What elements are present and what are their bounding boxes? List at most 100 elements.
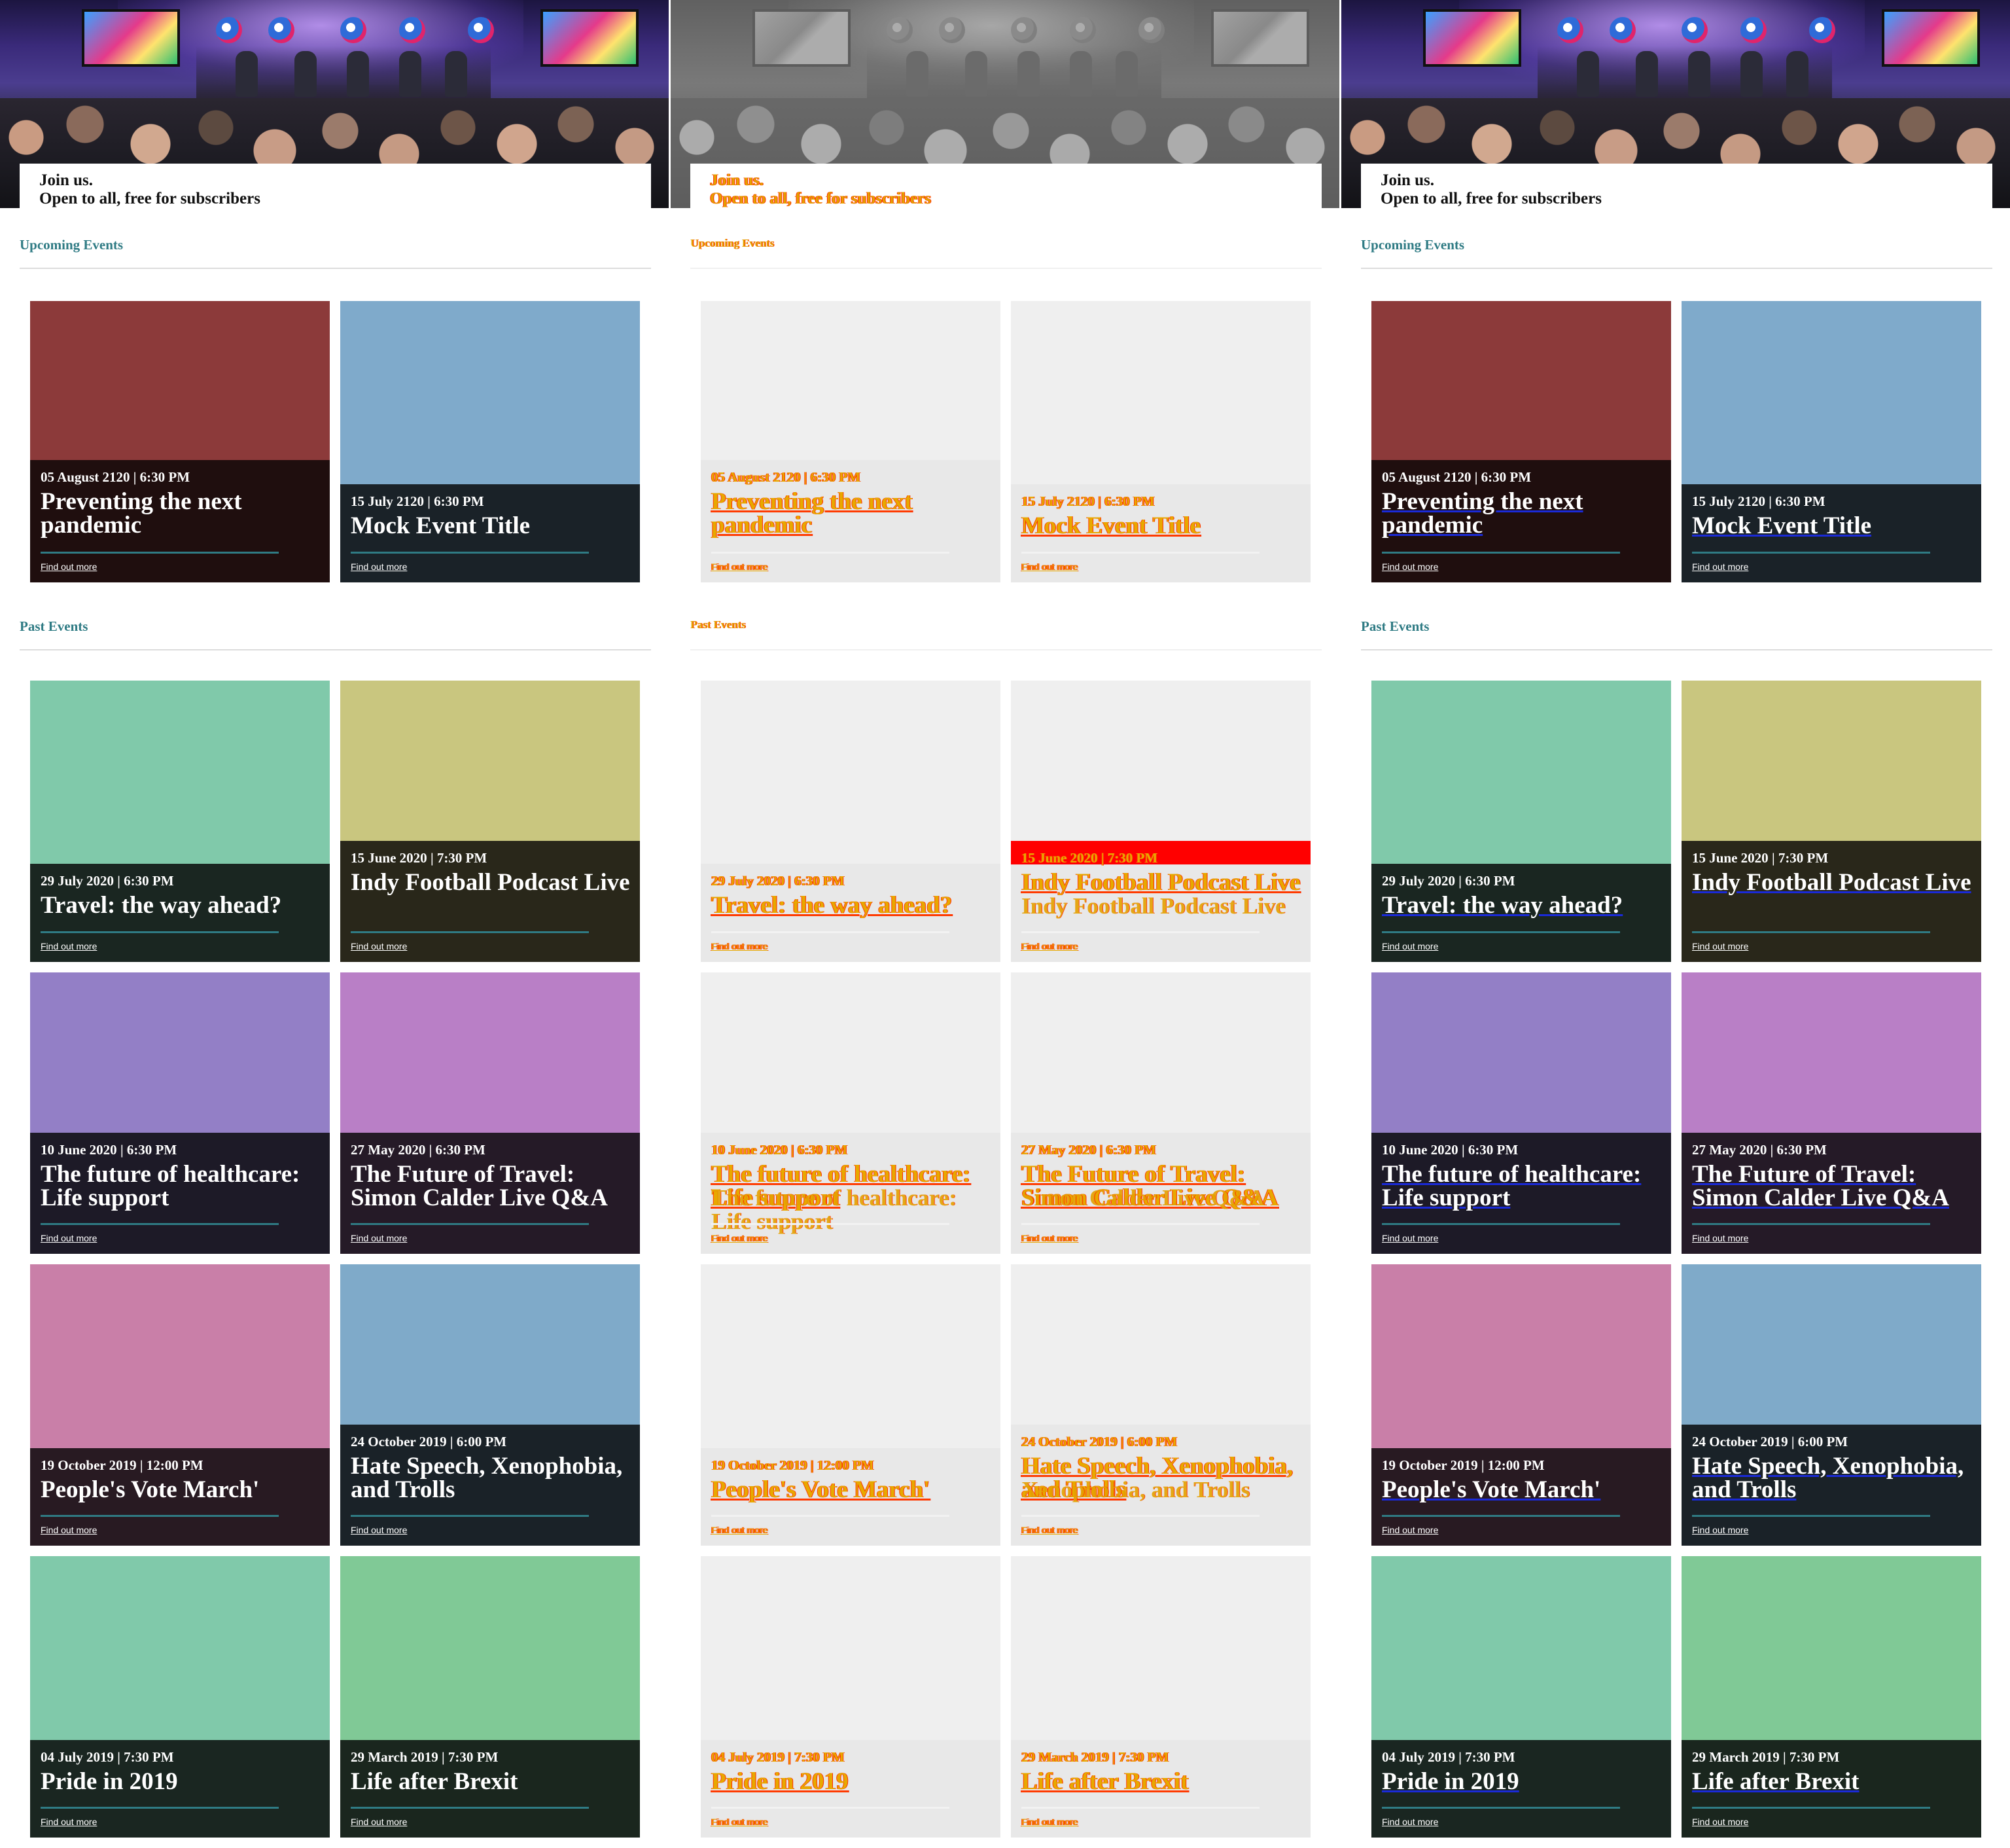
- event-image[interactable]: [1682, 1264, 1981, 1425]
- event-image[interactable]: [1371, 1556, 1671, 1740]
- event-title[interactable]: Travel: the way ahead?: [711, 893, 993, 917]
- event-card[interactable]: 24 October 2019 | 6:00 PM Hate Speech, Xe…: [1011, 1264, 1311, 1546]
- event-card[interactable]: 29 July 2020 | 6:30 PM Travel: the way ah…: [701, 681, 1000, 962]
- event-title[interactable]: Pride in 2019: [1382, 1769, 1663, 1794]
- event-image[interactable]: [340, 301, 640, 484]
- event-image[interactable]: [340, 972, 640, 1133]
- event-card[interactable]: 15 June 2020 | 7:30 PM Indy Football Podc…: [1682, 681, 1981, 962]
- event-card[interactable]: 05 August 2120 | 6:30 PM Preventing the n…: [701, 301, 1000, 582]
- event-card[interactable]: 10 June 2020 | 6:30 PM The future of heal…: [701, 972, 1000, 1254]
- event-image[interactable]: [701, 1264, 1000, 1448]
- event-title[interactable]: People's Vote March': [41, 1478, 322, 1502]
- event-title[interactable]: People's Vote March': [1382, 1478, 1663, 1502]
- find-out-more-link[interactable]: Find out more: [41, 561, 97, 572]
- event-image[interactable]: [1682, 1556, 1981, 1740]
- find-out-more-link[interactable]: Find out more: [1021, 1817, 1078, 1827]
- event-title[interactable]: Preventing the next pandemic: [711, 489, 993, 537]
- event-card[interactable]: 29 July 2020 | 6:30 PM Travel: the way ah…: [30, 681, 330, 962]
- event-image[interactable]: [701, 301, 1000, 460]
- find-out-more-link[interactable]: Find out more: [1382, 941, 1438, 951]
- event-image[interactable]: [701, 1556, 1000, 1740]
- find-out-more-link[interactable]: Find out more: [351, 941, 407, 951]
- find-out-more-link[interactable]: Find out more: [1021, 941, 1078, 951]
- event-image[interactable]: [1682, 301, 1981, 484]
- find-out-more-link[interactable]: Find out more: [41, 1817, 97, 1827]
- find-out-more-link[interactable]: Find out more: [1382, 561, 1438, 572]
- event-image[interactable]: [30, 1556, 330, 1740]
- find-out-more-link[interactable]: Find out more: [1021, 1233, 1078, 1243]
- event-image[interactable]: [1371, 301, 1671, 460]
- find-out-more-link[interactable]: Find out more: [1692, 1233, 1748, 1243]
- event-title[interactable]: Life after Brexit: [1021, 1769, 1303, 1794]
- find-out-more-link[interactable]: Find out more: [1021, 1525, 1078, 1535]
- event-title[interactable]: Pride in 2019: [711, 1769, 993, 1794]
- event-image[interactable]: [1011, 1556, 1311, 1740]
- find-out-more-link[interactable]: Find out more: [1021, 561, 1078, 572]
- event-title[interactable]: Indy Football Podcast Live: [351, 870, 632, 895]
- event-card[interactable]: 05 August 2120 | 6:30 PM Preventing the n…: [1371, 301, 1671, 582]
- event-title[interactable]: Travel: the way ahead?: [1382, 893, 1663, 917]
- find-out-more-link[interactable]: Find out more: [351, 1525, 407, 1535]
- find-out-more-link[interactable]: Find out more: [1382, 1233, 1438, 1243]
- event-image[interactable]: [1682, 972, 1981, 1133]
- event-card[interactable]: 19 October 2019 | 12:00 PM People's Vote …: [1371, 1264, 1671, 1546]
- event-image[interactable]: [1682, 681, 1981, 841]
- event-image[interactable]: [1371, 681, 1671, 864]
- event-card[interactable]: 10 June 2020 | 6:30 PM The future of heal…: [30, 972, 330, 1254]
- find-out-more-link[interactable]: Find out more: [711, 561, 767, 572]
- event-image[interactable]: [340, 681, 640, 841]
- event-title[interactable]: The Future of Travel: Simon Calder Live …: [1692, 1162, 1973, 1210]
- event-card[interactable]: 04 July 2019 | 7:30 PM Pride in 2019 Find …: [701, 1556, 1000, 1838]
- event-title[interactable]: The future of healthcare: Life support: [41, 1162, 322, 1210]
- event-image[interactable]: [30, 972, 330, 1133]
- event-card[interactable]: 15 July 2120 | 6:30 PM Mock Event Title Fi…: [1011, 301, 1311, 582]
- event-title[interactable]: Preventing the next pandemic: [41, 489, 322, 537]
- find-out-more-link[interactable]: Find out more: [41, 941, 97, 951]
- event-title[interactable]: Hate Speech, Xenophobia, and Trolls: [351, 1454, 632, 1502]
- event-title[interactable]: Preventing the next pandemic: [1382, 489, 1663, 537]
- event-title[interactable]: Indy Football Podcast Live: [1021, 870, 1303, 895]
- event-image[interactable]: [340, 1556, 640, 1740]
- event-image[interactable]: [30, 301, 330, 460]
- event-title[interactable]: Mock Event Title: [1021, 514, 1303, 538]
- event-title[interactable]: People's Vote March': [711, 1478, 993, 1502]
- event-image[interactable]: [340, 1264, 640, 1425]
- event-image[interactable]: [701, 972, 1000, 1133]
- event-card[interactable]: 15 June 2020 | 7:30 PM Indy Football Podc…: [340, 681, 640, 962]
- event-card[interactable]: 05 August 2120 | 6:30 PM Preventing the n…: [30, 301, 330, 582]
- event-title[interactable]: Mock Event Title: [1692, 514, 1973, 538]
- event-title[interactable]: Mock Event Title: [351, 514, 632, 538]
- event-image[interactable]: [1011, 681, 1311, 841]
- find-out-more-link[interactable]: Find out more: [1692, 561, 1748, 572]
- find-out-more-link[interactable]: Find out more: [1692, 1817, 1748, 1827]
- find-out-more-link[interactable]: Find out more: [711, 1525, 767, 1535]
- event-image[interactable]: [30, 1264, 330, 1448]
- find-out-more-link[interactable]: Find out more: [711, 941, 767, 951]
- event-card[interactable]: 04 July 2019 | 7:30 PM Pride in 2019 Find …: [1371, 1556, 1671, 1838]
- event-image[interactable]: [1011, 301, 1311, 484]
- find-out-more-link[interactable]: Find out more: [1382, 1525, 1438, 1535]
- find-out-more-link[interactable]: Find out more: [711, 1817, 767, 1827]
- event-title[interactable]: The future of healthcare: Life support: [1382, 1162, 1663, 1210]
- event-card[interactable]: 27 May 2020 | 6:30 PM The Future of Trave…: [340, 972, 640, 1254]
- event-image[interactable]: [1371, 972, 1671, 1133]
- find-out-more-link[interactable]: Find out more: [351, 561, 407, 572]
- event-card[interactable]: 15 July 2120 | 6:30 PM Mock Event Title Fi…: [340, 301, 640, 582]
- event-card[interactable]: 15 June 2020 | 7:30 PM Indy Football Podc…: [1011, 681, 1311, 962]
- event-image[interactable]: [1011, 1264, 1311, 1425]
- event-card[interactable]: 29 July 2020 | 6:30 PM Travel: the way ah…: [1371, 681, 1671, 962]
- event-title[interactable]: Life after Brexit: [351, 1769, 632, 1794]
- event-card[interactable]: 24 October 2019 | 6:00 PM Hate Speech, Xe…: [340, 1264, 640, 1546]
- event-image[interactable]: [701, 681, 1000, 864]
- find-out-more-link[interactable]: Find out more: [351, 1817, 407, 1827]
- event-card[interactable]: 15 July 2120 | 6:30 PM Mock Event Title Fi…: [1682, 301, 1981, 582]
- event-title[interactable]: Life after Brexit: [1692, 1769, 1973, 1794]
- find-out-more-link[interactable]: Find out more: [41, 1233, 97, 1243]
- event-card[interactable]: 04 July 2019 | 7:30 PM Pride in 2019 Find …: [30, 1556, 330, 1838]
- event-title[interactable]: The Future of Travel: Simon Calder Live …: [351, 1162, 632, 1210]
- find-out-more-link[interactable]: Find out more: [41, 1525, 97, 1535]
- find-out-more-link[interactable]: Find out more: [351, 1233, 407, 1243]
- event-card[interactable]: 24 October 2019 | 6:00 PM Hate Speech, Xe…: [1682, 1264, 1981, 1546]
- event-title[interactable]: Hate Speech, Xenophobia, and Trolls: [1692, 1454, 1973, 1502]
- event-card[interactable]: 29 March 2019 | 7:30 PM Life after Brexit…: [340, 1556, 640, 1838]
